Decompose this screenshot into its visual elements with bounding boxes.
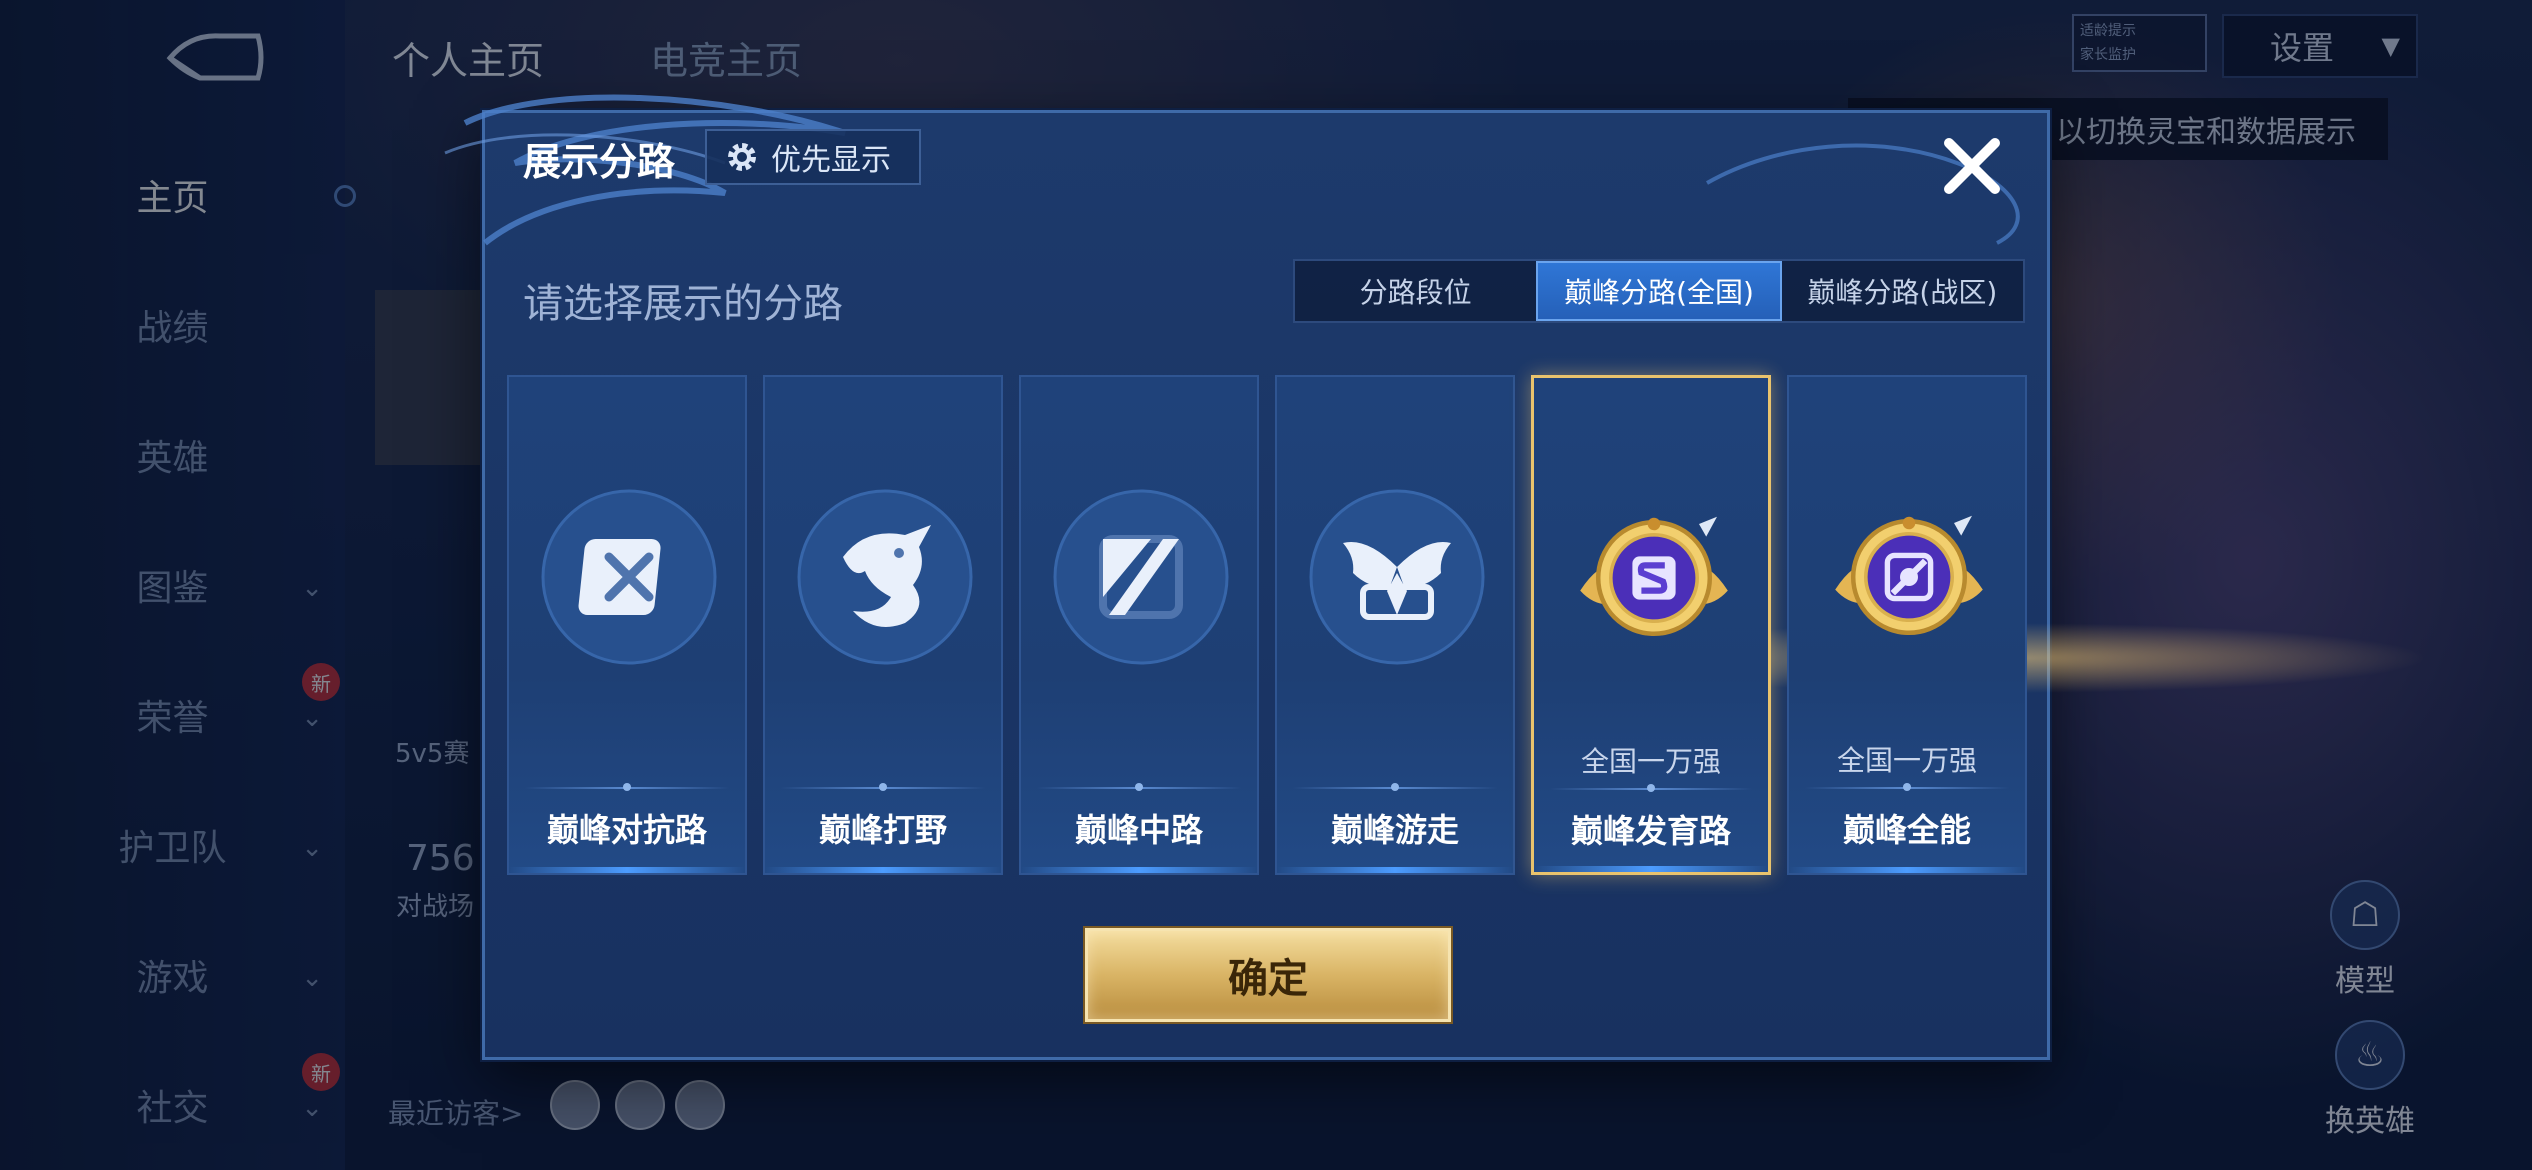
priority-display-button[interactable]: 优先显示	[705, 129, 921, 185]
card-glow	[1534, 866, 1768, 872]
lane-card-jungle[interactable]: 巅峰打野	[763, 375, 1003, 875]
card-glow	[1021, 867, 1257, 873]
divider	[1805, 783, 2009, 791]
lane-label: 巅峰打野	[818, 811, 947, 849]
close-icon[interactable]	[1937, 131, 2007, 201]
card-glow	[1789, 867, 2025, 873]
card-glow	[509, 867, 745, 873]
divider	[1293, 783, 1497, 791]
lane-label: 巅峰全能	[1842, 811, 1971, 849]
lane-label: 巅峰中路	[1074, 811, 1203, 849]
gear-icon	[728, 143, 756, 171]
confirm-button[interactable]: 确定	[1085, 928, 1451, 1022]
priority-display-label: 优先显示	[771, 143, 891, 178]
lane-source-tabs: 分路段位 巅峰分路(全国) 巅峰分路(战区)	[1293, 259, 2025, 323]
rank-text: 全国一万强	[1836, 744, 1977, 777]
tab-lane-rank[interactable]: 分路段位	[1295, 261, 1536, 321]
gold-badge-icon	[1819, 487, 1999, 667]
sword-icon	[539, 487, 719, 667]
dialog-title: 展示分路	[523, 140, 676, 184]
lane-label: 巅峰发育路	[1570, 812, 1731, 850]
divider	[781, 783, 985, 791]
rank-text: 全国一万强	[1580, 745, 1721, 778]
lane-card-top[interactable]: 巅峰对抗路	[507, 375, 747, 875]
divider	[1037, 783, 1241, 791]
tab-peak-lane-region[interactable]: 巅峰分路(战区)	[1782, 261, 2023, 321]
lane-cards: 巅峰对抗路 巅峰打野 巅峰中路 巅峰游走 全国一万强 巅峰发育路 全国一万强 巅…	[507, 375, 2037, 875]
lane-label: 巅峰对抗路	[546, 811, 707, 849]
slash-icon	[1051, 487, 1231, 667]
lane-label: 巅峰游走	[1330, 811, 1459, 849]
card-glow	[765, 867, 1001, 873]
tab-peak-lane-national[interactable]: 巅峰分路(全国)	[1536, 261, 1782, 321]
lane-card-mid[interactable]: 巅峰中路	[1019, 375, 1259, 875]
lane-display-dialog: 展示分路 优先显示 请选择展示的分路 分路段位 巅峰分路(全国) 巅峰分路(战区…	[444, 94, 2532, 1060]
divider	[525, 783, 729, 791]
lane-card-support[interactable]: 巅峰游走	[1275, 375, 1515, 875]
lane-card-adc[interactable]: 全国一万强 巅峰发育路	[1531, 375, 1771, 875]
dragon-icon	[795, 487, 975, 667]
dialog-subtitle: 请选择展示的分路	[523, 281, 843, 327]
lane-card-allround[interactable]: 全国一万强 巅峰全能	[1787, 375, 2027, 875]
divider	[1550, 784, 1752, 792]
wings-icon	[1307, 487, 1487, 667]
gold-badge-icon	[1564, 488, 1744, 668]
card-glow	[1277, 867, 1513, 873]
